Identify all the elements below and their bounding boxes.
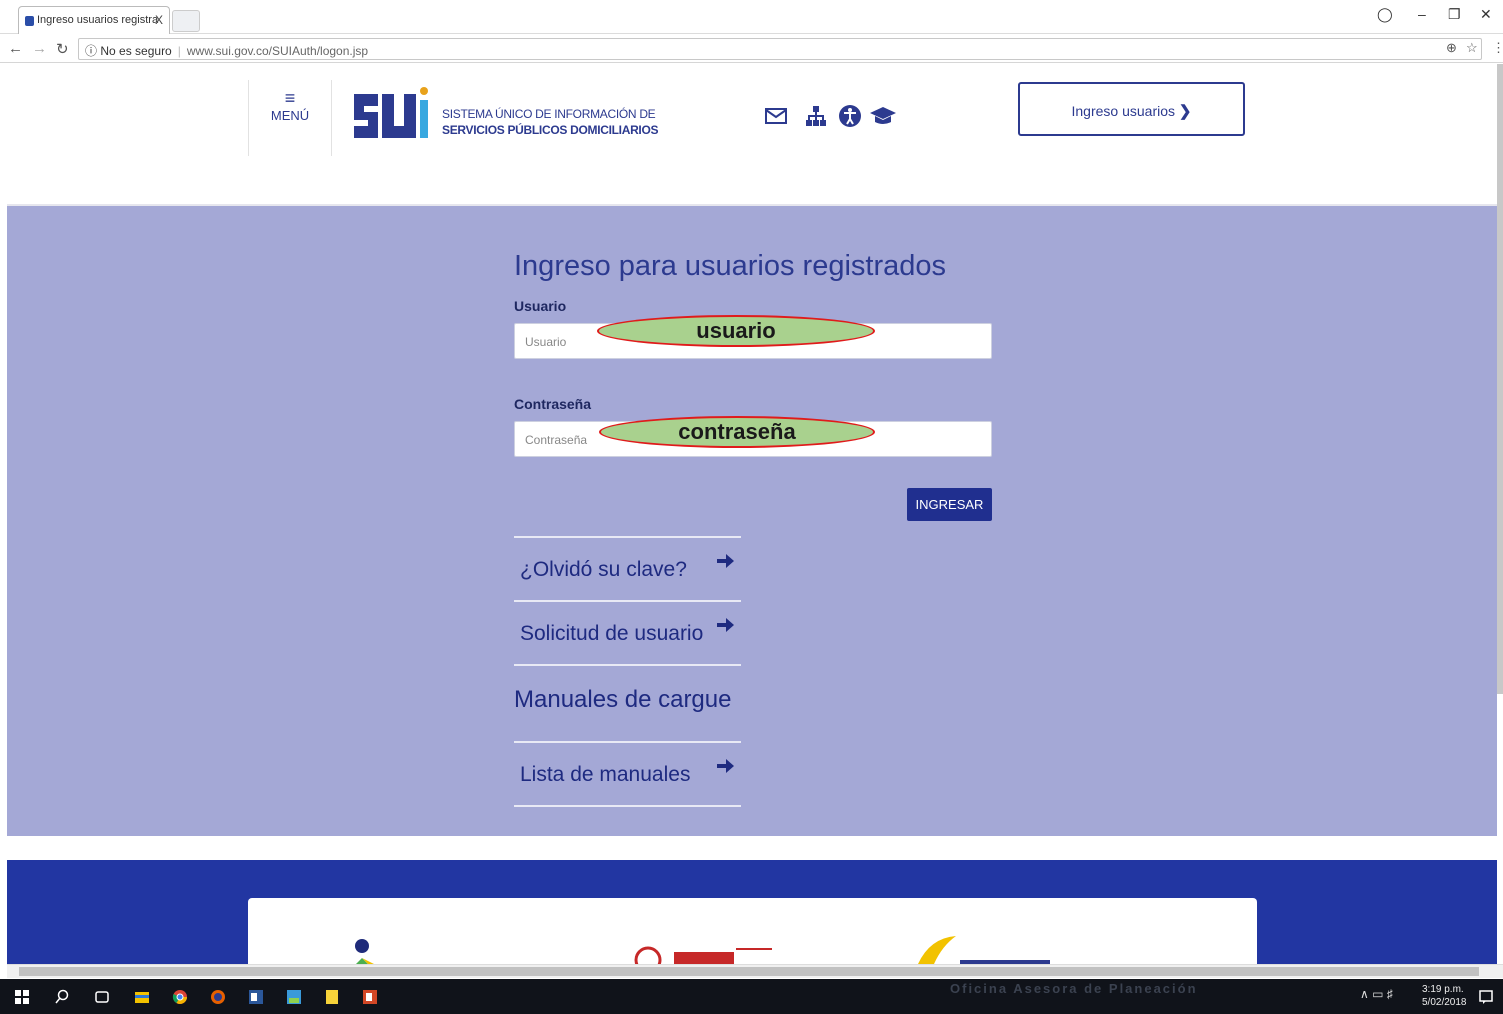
- menu-label: MENÚ: [270, 108, 310, 123]
- scrollbar-thumb[interactable]: [19, 967, 1479, 976]
- windows-start-icon[interactable]: [14, 989, 30, 1005]
- browser-addressbar: ← → ↻ ⓘ No es seguro | www.sui.gov.co/SUIA…: [0, 35, 1503, 63]
- arrow-right-icon: [717, 554, 734, 568]
- profile-icon[interactable]: ◯: [1377, 6, 1393, 23]
- user-callout: usuario: [597, 315, 875, 347]
- logo-line2: SERVICIOS PÚBLICOS DOMICILIARIOS: [442, 123, 659, 137]
- hamburger-icon: ≡: [284, 88, 296, 108]
- user-request-label: Solicitud de usuario: [520, 622, 704, 645]
- task-view-icon[interactable]: [94, 989, 110, 1005]
- mail-icon[interactable]: [764, 104, 788, 128]
- password-placeholder: Contraseña: [525, 433, 588, 447]
- login-section: Ingreso para usuarios registrados Usuari…: [7, 204, 1497, 836]
- sui-logo-mark: [354, 87, 428, 138]
- search-icon[interactable]: [54, 989, 70, 1005]
- manuals-heading: Manuales de cargue: [514, 686, 732, 713]
- tab-close-icon[interactable]: X: [155, 13, 163, 27]
- info-icon: ⓘ: [85, 44, 98, 58]
- arrow-right-icon: [717, 618, 734, 632]
- forgot-password-label: ¿Olvidó su clave?: [520, 558, 687, 581]
- divider: [514, 805, 741, 807]
- manual-list-label: Lista de manuales: [520, 763, 691, 786]
- url-text: www.sui.gov.co/SUIAuth/logon.jsp: [186, 44, 369, 58]
- taskbar-clock[interactable]: 3:19 p.m. 5/02/2018: [1422, 983, 1467, 1009]
- user-placeholder: Usuario: [525, 335, 567, 349]
- forgot-password-link[interactable]: ¿Olvidó su clave?: [514, 536, 741, 600]
- word-icon[interactable]: [248, 989, 264, 1005]
- accessibility-icon[interactable]: [838, 104, 862, 128]
- url-field[interactable]: ⓘ No es seguro | www.sui.gov.co/SUIAuth/lo…: [78, 38, 1482, 60]
- user-label: Usuario: [514, 298, 567, 314]
- vertical-scrollbar[interactable]: [1497, 64, 1503, 694]
- os-taskbar: Oficina Asesora de Planeación ∧ ▭ ♯ 3:19…: [0, 979, 1503, 1014]
- login-nav-button[interactable]: Ingreso usuarios ❯: [1018, 82, 1245, 136]
- forward-icon[interactable]: →: [32, 40, 47, 57]
- browser-tabbar: Ingreso usuarios registra X ◯ – ❐ ✕: [0, 0, 1503, 34]
- logo-line1: SISTEMA ÚNICO DE INFORMACIÓN DE: [442, 107, 656, 121]
- back-icon[interactable]: ←: [8, 40, 23, 57]
- graduation-cap-icon[interactable]: [868, 104, 898, 128]
- chrome-icon[interactable]: [172, 989, 188, 1005]
- menu-button[interactable]: ≡ MENÚ: [248, 80, 332, 156]
- page-title: Ingreso para usuarios registrados: [514, 250, 947, 282]
- file-explorer-icon[interactable]: [134, 989, 150, 1005]
- clock-time: 3:19 p.m.: [1422, 984, 1464, 995]
- restore-icon[interactable]: ❐: [1448, 6, 1461, 23]
- minimize-icon[interactable]: –: [1418, 6, 1426, 22]
- manual-list-link[interactable]: Lista de manuales: [514, 741, 741, 805]
- password-callout: contraseña: [599, 416, 875, 448]
- divider: [514, 664, 741, 672]
- fonade-logo: [918, 936, 1050, 964]
- system-tray-icons[interactable]: ∧ ▭ ♯: [1360, 987, 1393, 1001]
- site-footer: [7, 860, 1497, 968]
- submit-button[interactable]: INGRESAR: [907, 488, 992, 521]
- bookmark-star-icon[interactable]: ☆: [1466, 40, 1478, 56]
- zoom-icon[interactable]: ⊕: [1446, 40, 1457, 56]
- new-tab-button[interactable]: [172, 10, 200, 32]
- password-label: Contraseña: [514, 396, 592, 412]
- horizontal-scrollbar[interactable]: [7, 964, 1503, 978]
- app-icon[interactable]: [286, 989, 302, 1005]
- sticky-notes-icon[interactable]: [324, 989, 340, 1005]
- clock-date: 5/02/2018: [1422, 997, 1467, 1008]
- login-nav-label: Ingreso usuarios: [1071, 103, 1176, 119]
- sui-logo[interactable]: SISTEMA ÚNICO DE INFORMACIÓN DE SERVICIO…: [352, 82, 659, 146]
- security-label: No es seguro: [100, 44, 172, 58]
- sitemap-icon[interactable]: [804, 104, 828, 128]
- partner-logos: [248, 898, 1257, 968]
- notifications-icon[interactable]: [1478, 989, 1494, 1005]
- reload-icon[interactable]: ↻: [56, 40, 69, 58]
- tab-title: Ingreso usuarios registra: [37, 14, 159, 26]
- powerpoint-icon[interactable]: [362, 989, 378, 1005]
- chevron-right-icon: ❯: [1178, 103, 1192, 120]
- favicon-icon: [25, 16, 34, 26]
- browser-tab[interactable]: Ingreso usuarios registra X: [18, 6, 170, 34]
- firefox-icon[interactable]: [210, 989, 226, 1005]
- user-request-link[interactable]: Solicitud de usuario: [514, 600, 741, 664]
- arrow-right-icon: [717, 759, 734, 773]
- window-close-icon[interactable]: ✕: [1480, 6, 1492, 23]
- watermark-text: Oficina Asesora de Planeación: [950, 981, 1198, 996]
- browser-menu-icon[interactable]: ⋮: [1492, 40, 1503, 56]
- site-header: ≡ MENÚ SISTEMA ÚNICO DE INFORMACIÓN DE S…: [0, 64, 1503, 204]
